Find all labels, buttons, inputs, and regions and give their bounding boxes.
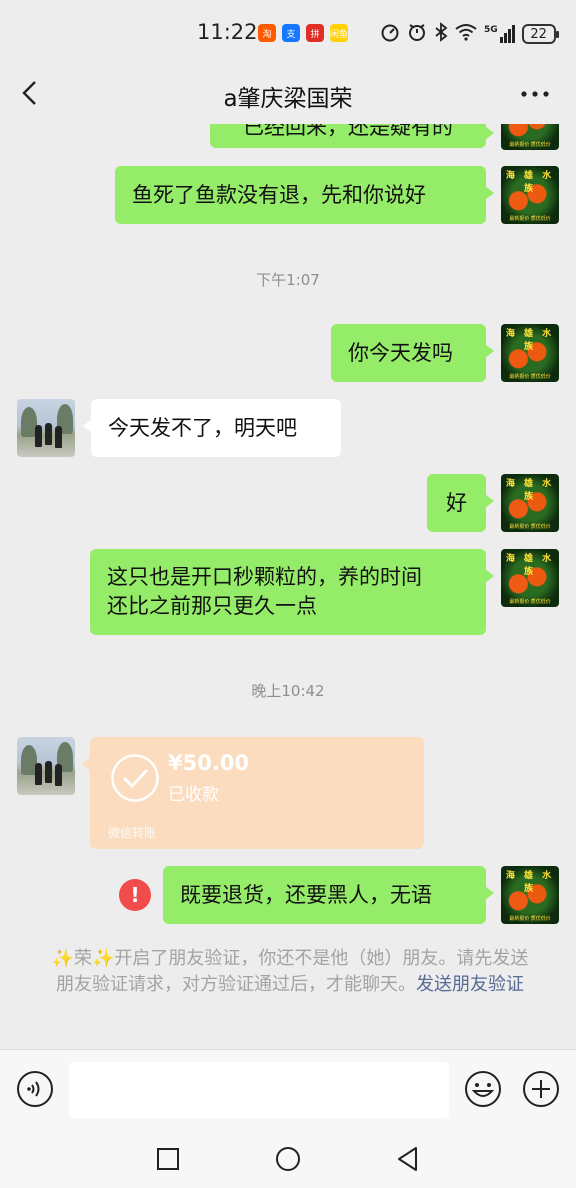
message-bubble[interactable]: 你今天发吗 [331, 324, 494, 382]
chat-header: a肇庆梁国荣 [0, 66, 576, 124]
message-bubble[interactable]: 既要退货，还要黑人，无语 [163, 866, 494, 924]
contact-avatar[interactable] [17, 737, 75, 795]
my-avatar[interactable]: 海 雄 水 族 最新报价 质优低价 [501, 866, 559, 924]
transfer-source: 微信转账 [108, 826, 157, 840]
alipay-app-icon: 支 [282, 24, 300, 42]
transfer-card[interactable]: ¥50.00 已收款 微信转账 [82, 737, 424, 849]
message-text: 鱼死了鱼款没有退，先和你说好 [132, 182, 426, 207]
network-label: 5G [484, 25, 498, 35]
back-nav-icon[interactable] [393, 1144, 423, 1174]
battery-level: 22 [530, 26, 547, 42]
status-time: 11:22 [197, 20, 258, 44]
avatar-top-text: 海 雄 水 族 [505, 171, 555, 194]
message-bubble[interactable]: 这只也是开口秒颗粒的，养的时间 还比之前那只更久一点 [90, 549, 494, 635]
avatar-top-text: 海 雄 水 族 [505, 554, 555, 577]
signal-icon: 5G [484, 25, 515, 43]
message-timestamp: 下午1:07 [256, 271, 320, 289]
send-failed-icon[interactable]: ! [119, 879, 151, 911]
status-app-icons: 淘支拼闲鱼 [258, 24, 348, 42]
speed-icon [380, 22, 400, 46]
message-bubble[interactable]: 好 [427, 474, 494, 532]
avatar-bottom-text: 最新报价 质优低价 [509, 142, 551, 148]
message-bubble[interactable]: 今天发不了，明天吧 [83, 399, 341, 457]
bluetooth-icon [434, 22, 448, 46]
home-icon[interactable] [273, 1144, 303, 1174]
status-bar: 11:22 淘支拼闲鱼 5G 22 [0, 0, 576, 66]
battery-icon: 22 [521, 24, 559, 44]
message-text: 你今天发吗 [348, 340, 453, 365]
avatar-top-text: 海 雄 水 族 [505, 871, 555, 894]
avatar-bottom-text: 最新报价 质优低价 [509, 524, 551, 530]
my-avatar[interactable]: 海 雄 水 族 最新报价 质优低价 [501, 324, 559, 382]
recent-apps-icon[interactable] [153, 1144, 183, 1174]
message-input-bar [0, 1049, 576, 1129]
chat-message-list[interactable]: 已经回来，还是疑有的 海 雄 水 族 最新报价 质优低价 鱼死了鱼款没有退，先和… [0, 124, 576, 1049]
xianyu-app-icon: 闲鱼 [330, 24, 348, 42]
plus-icon[interactable] [522, 1070, 560, 1108]
friend-verification-notice: ✨荣✨开启了朋友验证，你还不是他（她）朋友。请先发送朋友验证请求，对方验证通过后… [50, 946, 530, 998]
my-avatar[interactable]: 海 雄 水 族 最新报价 质优低价 [501, 124, 559, 150]
more-icon[interactable] [518, 82, 552, 106]
chat-title: a肇庆梁国荣 [223, 86, 353, 112]
system-navigation-bar [0, 1129, 576, 1188]
message-text-input[interactable] [69, 1062, 449, 1118]
wifi-icon [455, 23, 477, 45]
voice-input-icon[interactable] [16, 1070, 54, 1108]
avatar-bottom-text: 最新报价 质优低价 [509, 374, 551, 380]
message-text-line: 还比之前那只更久一点 [107, 594, 317, 618]
avatar-top-text: 海 雄 水 族 [505, 479, 555, 502]
my-avatar[interactable]: 海 雄 水 族 最新报价 质优低价 [501, 166, 559, 224]
my-avatar[interactable]: 海 雄 水 族 最新报价 质优低价 [501, 474, 559, 532]
message-bubble[interactable]: 已经回来，还是疑有的 [210, 124, 494, 148]
avatar-top-text: 海 雄 水 族 [505, 329, 555, 352]
message-text: 已经回来，还是疑有的 [243, 124, 453, 139]
transfer-status: 已收款 [168, 785, 219, 805]
pinduoduo-app-icon: 拼 [306, 24, 324, 42]
message-bubble[interactable]: 鱼死了鱼款没有退，先和你说好 [115, 166, 494, 224]
alarm-icon [407, 22, 427, 46]
my-avatar[interactable]: 海 雄 水 族 最新报价 质优低价 [501, 549, 559, 607]
transfer-amount: ¥50.00 [168, 751, 250, 775]
message-text: 好 [446, 490, 467, 515]
emoji-icon[interactable] [464, 1070, 502, 1108]
message-timestamp: 晚上10:42 [251, 682, 325, 700]
send-verification-link[interactable]: 发送朋友验证 [416, 974, 524, 995]
avatar-bottom-text: 最新报价 质优低价 [509, 216, 551, 222]
contact-avatar[interactable] [17, 399, 75, 457]
taobao-app-icon: 淘 [258, 24, 276, 42]
message-text: 既要退货，还要黑人，无语 [180, 882, 432, 907]
avatar-bottom-text: 最新报价 质优低价 [509, 916, 551, 922]
message-text: 今天发不了，明天吧 [108, 415, 297, 440]
status-indicators: 5G 22 [380, 22, 559, 46]
message-text-line: 这只也是开口秒颗粒的，养的时间 [107, 565, 422, 589]
avatar-bottom-text: 最新报价 质优低价 [509, 599, 551, 605]
check-circle-icon [110, 753, 160, 803]
